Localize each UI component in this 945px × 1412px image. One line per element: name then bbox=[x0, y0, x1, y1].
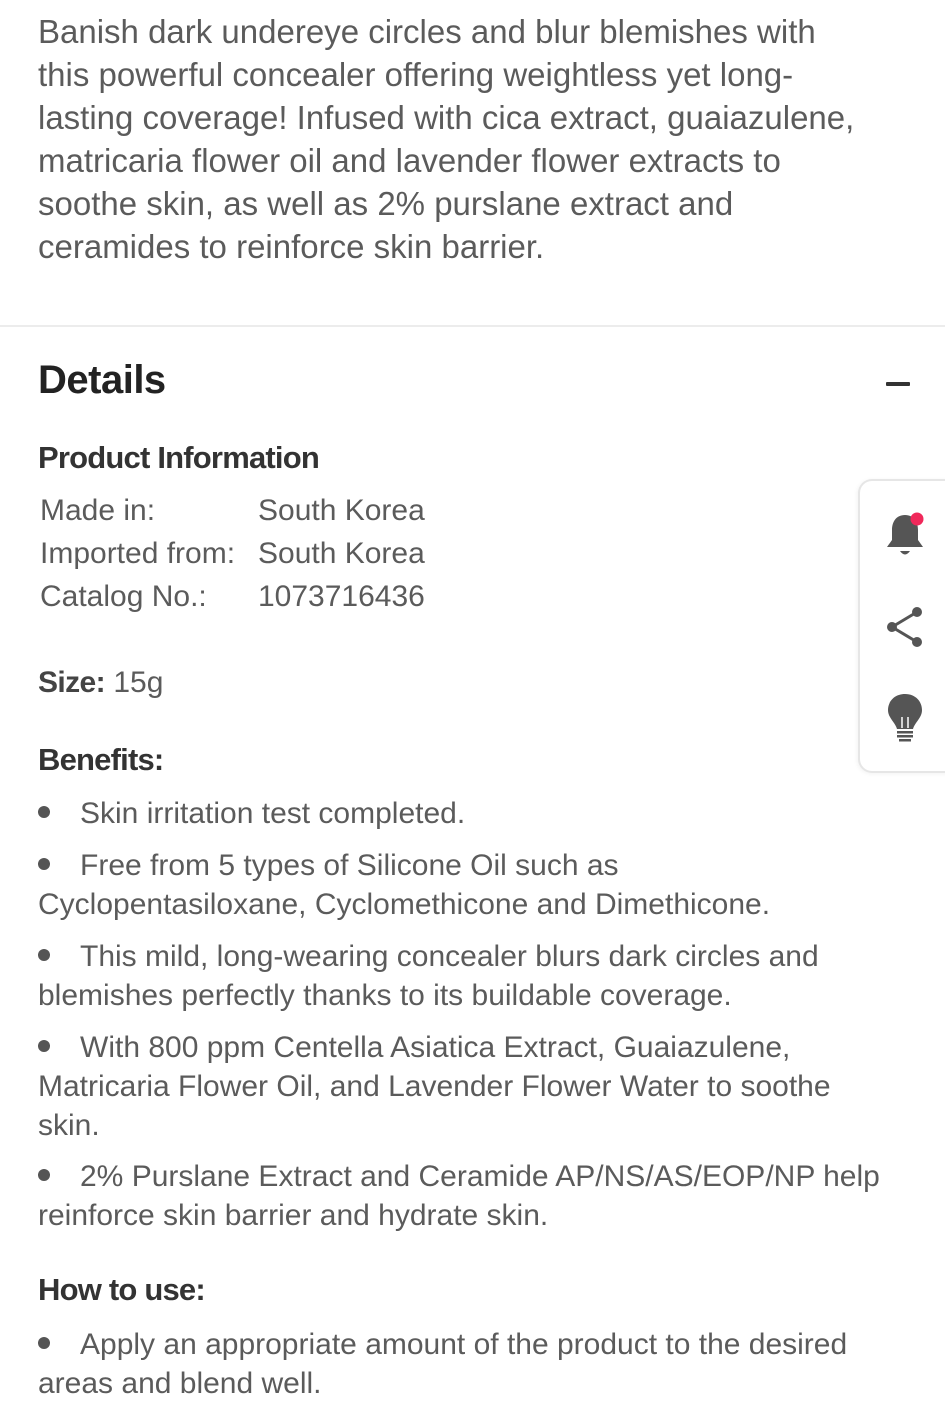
bullet-text: reinforce skin barrier and hydrate skin. bbox=[38, 1199, 549, 1232]
bullet-dot bbox=[38, 1337, 50, 1350]
info-value: South Korea bbox=[258, 494, 425, 527]
benefit-list-item: This mild, long-wearing concealer blurs … bbox=[38, 937, 918, 1015]
description-line: lasting coverage! Infused with cica extr… bbox=[38, 99, 855, 136]
info-label: Catalog No.: bbox=[40, 580, 207, 613]
bullet-text: Cyclopentasiloxane, Cyclomethicone and D… bbox=[38, 888, 771, 921]
bullet-text: skin. bbox=[38, 1109, 100, 1142]
description-line: this powerful concealer offering weightl… bbox=[38, 56, 794, 93]
benefit-list-item: With 800 ppm Centella Asiatica Extract, … bbox=[38, 1028, 918, 1145]
benefit-list-item: Free from 5 types of Silicone Oil such a… bbox=[38, 846, 918, 924]
floating-action-panel bbox=[858, 479, 945, 773]
info-value: South Korea bbox=[258, 537, 425, 570]
size-label: Size: bbox=[38, 666, 106, 699]
bullet-text: areas and blend well. bbox=[38, 1367, 322, 1400]
product-details-page: Banish dark undereye circles and blur bl… bbox=[0, 0, 945, 1412]
benefit-list-item: 2% Purslane Extract and Ceramide AP/NS/A… bbox=[38, 1157, 918, 1235]
benefits-heading: Benefits: bbox=[38, 742, 164, 777]
bullet-dot bbox=[38, 806, 50, 819]
section-divider bbox=[0, 325, 945, 327]
bullet-dot bbox=[38, 1040, 50, 1053]
bullet-dot bbox=[38, 949, 50, 962]
bullet-dot bbox=[38, 1169, 50, 1182]
bullet-text: blemishes perfectly thanks to its builda… bbox=[38, 979, 732, 1012]
bullet-text: Matricaria Flower Oil, and Lavender Flow… bbox=[38, 1070, 831, 1103]
details-title: Details bbox=[38, 358, 166, 402]
description-line: Banish dark undereye circles and blur bl… bbox=[38, 13, 816, 50]
share-icon[interactable] bbox=[882, 603, 928, 653]
notification-dot bbox=[910, 512, 924, 526]
description-line: matricaria flower oil and lavender flowe… bbox=[38, 142, 781, 179]
bullet-text: Free from 5 types of Silicone Oil such a… bbox=[80, 849, 619, 882]
size-line: Size: 15g bbox=[38, 666, 163, 700]
info-label: Imported from: bbox=[40, 537, 236, 570]
bullet-text: With 800 ppm Centella Asiatica Extract, … bbox=[80, 1031, 791, 1064]
collapse-details-button[interactable] bbox=[880, 366, 916, 402]
description-line: soothe skin, as well as 2% purslane extr… bbox=[38, 185, 734, 222]
bullet-dot bbox=[38, 858, 50, 871]
size-value: 15g bbox=[105, 666, 164, 699]
product-description: Banish dark undereye circles and blur bl… bbox=[38, 10, 918, 268]
how-to-use-heading: How to use: bbox=[38, 1272, 206, 1307]
bullet-text: Skin irritation test completed. bbox=[80, 797, 466, 830]
info-label: Made in: bbox=[40, 494, 156, 527]
benefit-list-item: Skin irritation test completed. bbox=[38, 794, 918, 833]
product-information-heading: Product Information bbox=[38, 440, 320, 475]
bullet-text: This mild, long-wearing concealer blurs … bbox=[80, 940, 819, 973]
how-to-use-list-item: Apply an appropriate amount of the produ… bbox=[38, 1325, 918, 1403]
lightbulb-icon[interactable] bbox=[882, 691, 928, 742]
bullet-text: Apply an appropriate amount of the produ… bbox=[80, 1328, 848, 1361]
minus-icon bbox=[886, 382, 910, 386]
bell-icon[interactable] bbox=[882, 511, 928, 561]
bullet-text: 2% Purslane Extract and Ceramide AP/NS/A… bbox=[80, 1160, 880, 1193]
description-line: ceramides to reinforce skin barrier. bbox=[38, 228, 545, 265]
info-value: 1073716436 bbox=[258, 580, 425, 613]
